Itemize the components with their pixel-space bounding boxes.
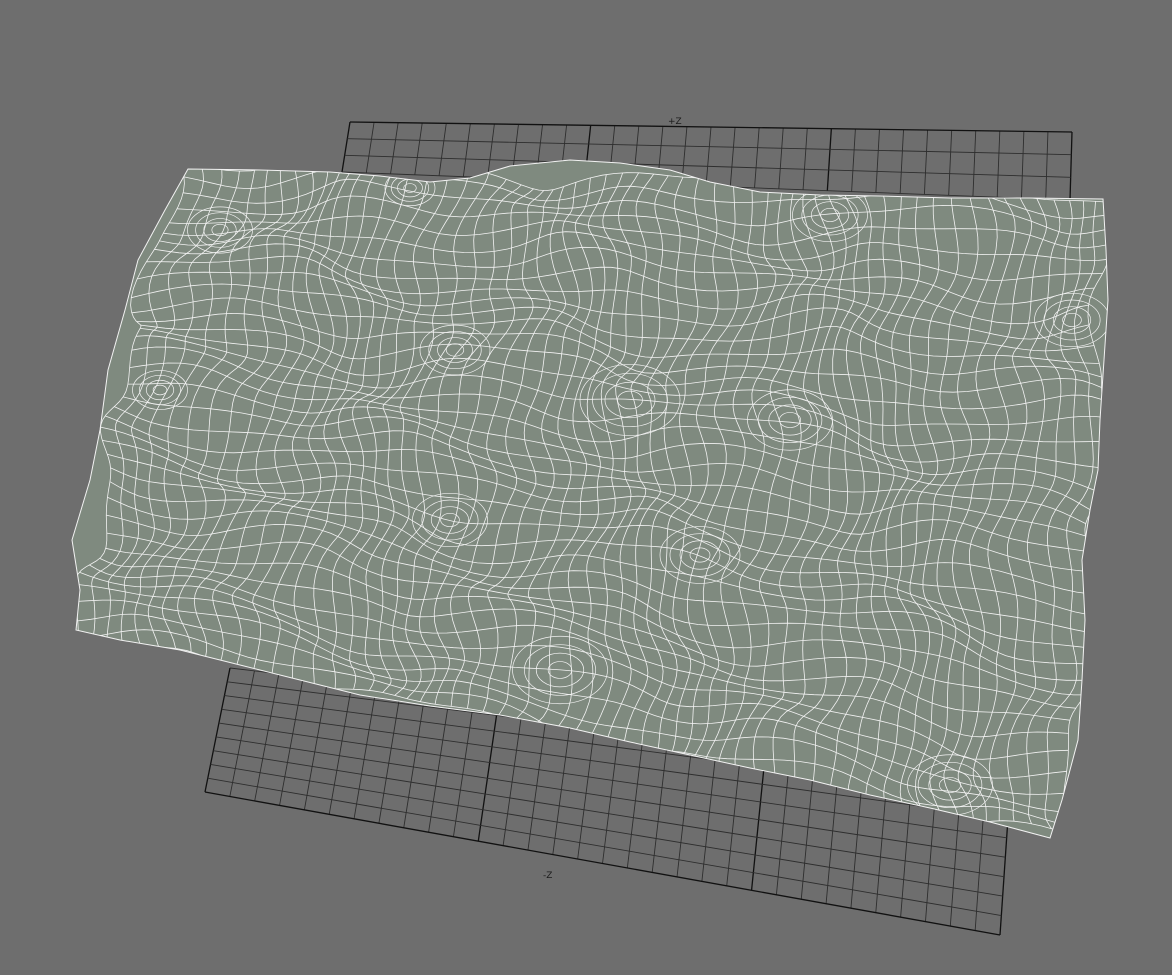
grid-line (328, 682, 353, 815)
grid-line (344, 154, 1071, 178)
grid-line (477, 699, 500, 842)
viewport-canvas[interactable]: +Z -Z (0, 0, 1172, 975)
grid-line (875, 129, 880, 193)
grid-line (353, 685, 378, 819)
grid-line (347, 138, 1072, 156)
grid-line (923, 129, 929, 195)
grid-line (948, 130, 953, 196)
grid-line (552, 708, 573, 855)
grid-line (452, 696, 475, 837)
grid-line (996, 130, 1001, 198)
deformed-plane-mesh[interactable] (71, 158, 1110, 839)
grid-line (303, 679, 329, 810)
grid-line (899, 129, 904, 194)
grid-line (1021, 131, 1025, 199)
grid-line (207, 777, 1002, 916)
grid-line (778, 127, 784, 189)
grid-line (254, 673, 280, 802)
grid-line (428, 693, 451, 833)
grid-line (972, 130, 977, 197)
grid-line (487, 123, 495, 178)
grid-line (1045, 131, 1049, 200)
grid-line (729, 127, 736, 187)
grid-line (341, 121, 351, 173)
grid-line (378, 688, 402, 824)
grid-line (802, 128, 808, 190)
axis-label-minus-z: -Z (543, 871, 552, 881)
grid-line (390, 122, 399, 174)
axis-label-plus-z: +Z (668, 117, 682, 127)
grid-line (1069, 131, 1073, 201)
grid-line (851, 128, 856, 192)
grid-line (826, 128, 832, 191)
grid-line (414, 122, 423, 175)
grid-line (229, 670, 255, 797)
grid-line (204, 667, 231, 793)
grid-line (754, 127, 760, 188)
grid-line (204, 791, 1001, 936)
grid-line (462, 123, 471, 177)
grid-line (365, 122, 375, 174)
grid-line (403, 690, 426, 828)
perspective-viewport[interactable]: +Z -Z (0, 0, 1172, 975)
grid-line (438, 123, 447, 176)
grid-line (705, 126, 712, 187)
grid-line (502, 702, 524, 846)
grid-line (527, 705, 549, 851)
grid-line (279, 676, 304, 806)
